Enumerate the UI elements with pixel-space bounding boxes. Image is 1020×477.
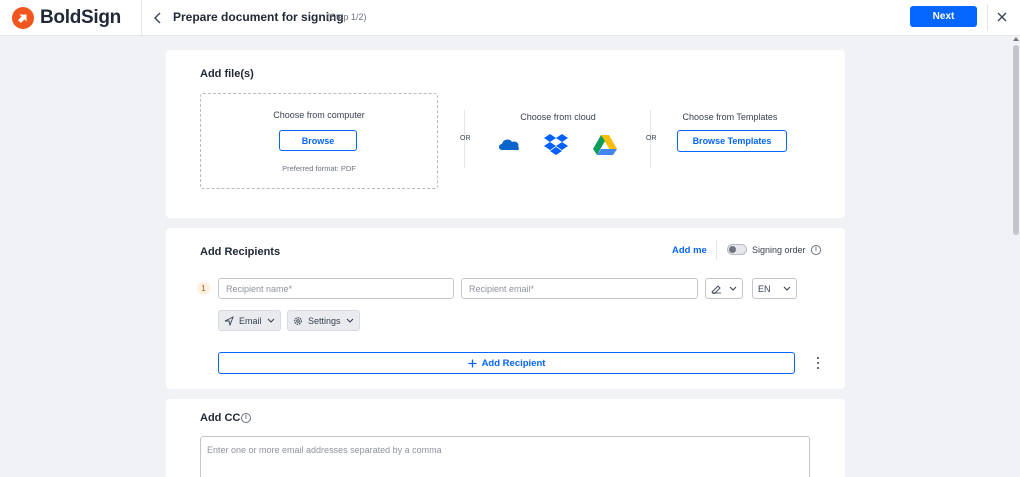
delivery-method-dropdown[interactable]: Email — [218, 310, 281, 331]
boldsign-logo[interactable]: BoldSign — [12, 6, 121, 30]
back-button[interactable] — [150, 9, 166, 27]
close-button[interactable] — [994, 9, 1010, 25]
info-icon[interactable]: i — [811, 245, 821, 255]
language-dropdown[interactable]: EN — [752, 278, 797, 299]
choose-from-cloud-label: Choose from cloud — [520, 112, 596, 122]
step-indicator: (Step 1/2) — [327, 12, 367, 22]
recipient-role-dropdown[interactable] — [705, 278, 743, 299]
add-recipient-label: Add Recipient — [481, 357, 546, 369]
chevron-down-icon — [783, 286, 791, 291]
add-files-title: Add file(s) — [200, 68, 254, 80]
language-value: EN — [758, 283, 771, 294]
divider — [716, 240, 717, 260]
settings-dropdown[interactable]: Settings — [287, 310, 360, 331]
dropbox-icon[interactable] — [544, 133, 568, 160]
google-drive-icon[interactable] — [593, 134, 617, 161]
add-recipient-button[interactable]: Add Recipient — [218, 352, 795, 374]
preferred-format-label: Preferred format: PDF — [282, 164, 356, 173]
settings-label: Settings — [308, 315, 341, 326]
recipient-email-input[interactable]: Recipient email* — [461, 278, 698, 299]
header-divider — [141, 0, 142, 36]
plus-icon — [468, 359, 477, 367]
cc-email-input[interactable]: Enter one or more email addresses separa… — [200, 436, 810, 477]
add-files-card: Add file(s) Choose from computer Browse … — [166, 50, 845, 218]
toggle-knob — [729, 246, 736, 253]
or-label: OR — [460, 135, 471, 142]
onedrive-icon[interactable] — [497, 136, 521, 157]
chevron-down-icon — [267, 318, 274, 323]
choose-from-computer-label: Choose from computer — [273, 110, 365, 120]
add-cc-title: Add CC — [200, 412, 241, 424]
info-icon[interactable]: i — [241, 413, 251, 423]
or-label: OR — [646, 135, 657, 142]
delivery-method-label: Email — [239, 315, 262, 326]
chevron-left-icon — [154, 12, 161, 24]
header-divider-right — [987, 4, 988, 31]
page-title: Prepare document for signing — [173, 10, 344, 24]
next-button[interactable]: Next — [910, 6, 977, 27]
gear-icon — [294, 316, 302, 325]
more-options-icon[interactable] — [814, 357, 822, 369]
brand-name: BoldSign — [40, 7, 121, 28]
file-drop-zone[interactable]: Choose from computer Browse Preferred fo… — [200, 93, 438, 189]
signing-order-label: Signing order — [752, 245, 806, 255]
send-icon — [224, 315, 234, 326]
close-icon — [997, 12, 1007, 22]
signer-pen-icon — [711, 285, 721, 294]
add-me-link[interactable]: Add me — [672, 245, 707, 256]
signing-order-toggle[interactable] — [727, 244, 747, 255]
add-recipients-card: Add Recipients Add me Signing order i 1 … — [166, 228, 845, 389]
choose-from-templates-label: Choose from Templates — [682, 112, 778, 122]
browse-templates-button[interactable]: Browse Templates — [677, 130, 787, 152]
recipient-number-badge: 1 — [197, 282, 210, 295]
scrollbar-thumb[interactable] — [1013, 45, 1019, 235]
add-recipients-title: Add Recipients — [200, 246, 281, 258]
boldsign-logo-icon — [12, 7, 34, 29]
top-bar: BoldSign Prepare document for signing (S… — [0, 0, 1020, 36]
chevron-down-icon — [346, 318, 353, 323]
add-cc-card: Add CC i Enter one or more email address… — [166, 399, 845, 477]
scroll-up-arrow-icon[interactable] — [1013, 37, 1019, 41]
chevron-down-icon — [729, 286, 737, 291]
browse-button[interactable]: Browse — [279, 130, 357, 151]
recipient-name-input[interactable]: Recipient name* — [218, 278, 454, 299]
